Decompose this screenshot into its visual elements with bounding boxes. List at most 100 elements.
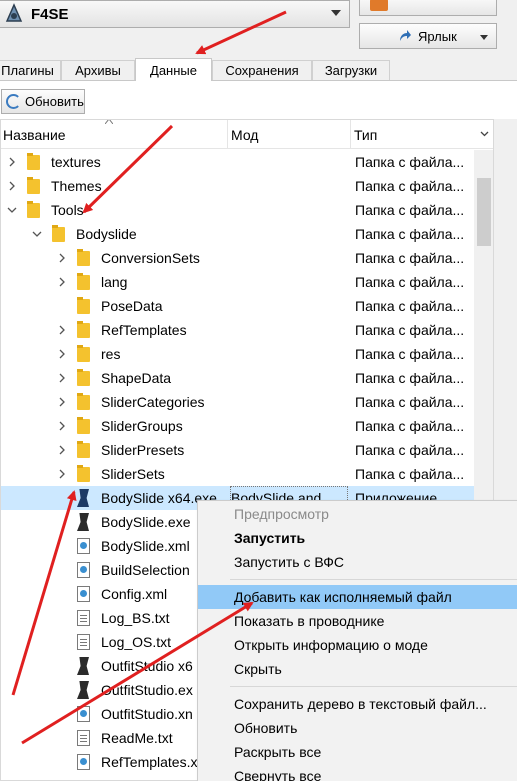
row-mod bbox=[230, 246, 348, 270]
chevron-right-icon[interactable] bbox=[57, 252, 67, 264]
menu-separator bbox=[230, 686, 517, 687]
menu-item-run-vfs[interactable]: Запустить с ВФС bbox=[198, 550, 517, 574]
row-mod bbox=[230, 342, 348, 366]
tree-row[interactable]: PoseData Папка с файла... bbox=[1, 294, 474, 318]
chevron-right-icon[interactable] bbox=[57, 468, 67, 480]
row-name: PoseData bbox=[101, 298, 163, 314]
chevron-right-icon[interactable] bbox=[57, 324, 67, 336]
tab-saves[interactable]: Сохранения bbox=[212, 60, 312, 80]
column-header-mod[interactable]: Мод bbox=[229, 120, 349, 149]
chevron-right-icon[interactable] bbox=[57, 348, 67, 360]
row-mod bbox=[230, 414, 348, 438]
menu-item-save-tree[interactable]: Сохранить дерево в текстовый файл... bbox=[198, 692, 517, 716]
executable-label: F4SE bbox=[31, 5, 69, 23]
chevron-right-icon[interactable] bbox=[57, 276, 67, 288]
tree-row[interactable]: ConversionSets Папка с файла... bbox=[1, 246, 474, 270]
row-type: Папка с файла... bbox=[355, 442, 465, 458]
chevron-right-icon[interactable] bbox=[57, 372, 67, 384]
folder-icon bbox=[77, 417, 90, 434]
row-mod bbox=[230, 174, 348, 198]
column-divider[interactable] bbox=[350, 120, 351, 149]
tree-row[interactable]: ShapeData Папка с файла... bbox=[1, 366, 474, 390]
refresh-button[interactable]: Обновить bbox=[1, 89, 85, 114]
tree-row[interactable]: Bodyslide Папка с файла... bbox=[1, 222, 474, 246]
tree-row[interactable]: RefTemplates Папка с файла... bbox=[1, 318, 474, 342]
menu-item-run[interactable]: Запустить bbox=[198, 526, 517, 550]
row-name: res bbox=[101, 346, 121, 362]
row-type: Папка с файла... bbox=[355, 250, 465, 266]
row-type: Папка с файла... bbox=[355, 202, 465, 218]
row-type: Папка с файла... bbox=[355, 274, 465, 290]
tree-row[interactable]: Tools Папка с файла... bbox=[1, 198, 474, 222]
row-mod bbox=[230, 318, 348, 342]
xml-file-icon bbox=[77, 538, 90, 554]
menu-item-expand-all[interactable]: Раскрыть все bbox=[198, 740, 517, 764]
tab-data[interactable]: Данные bbox=[135, 58, 212, 81]
menu-item-collapse-all[interactable]: Свернуть все bbox=[198, 764, 517, 781]
tree-row[interactable]: Themes Папка с файла... bbox=[1, 174, 474, 198]
row-type: Папка с файла... bbox=[355, 154, 465, 170]
chevron-right-icon[interactable] bbox=[57, 396, 67, 408]
tab-bar: Плагины Архивы Данные Сохранения Загрузк… bbox=[0, 58, 517, 81]
row-name: Themes bbox=[51, 178, 102, 194]
row-type: Папка с файла... bbox=[355, 394, 465, 410]
chevron-down-icon[interactable] bbox=[32, 228, 42, 240]
row-type: Папка с файла... bbox=[355, 322, 465, 338]
tree-row[interactable]: res Папка с файла... bbox=[1, 342, 474, 366]
tree-row[interactable]: SliderGroups Папка с файла... bbox=[1, 414, 474, 438]
tree-row[interactable]: SliderCategories Папка с файла... bbox=[1, 390, 474, 414]
folder-icon bbox=[77, 273, 90, 290]
menu-item-hide[interactable]: Скрыть bbox=[198, 657, 517, 681]
tree-row[interactable]: textures Папка с файла... bbox=[1, 150, 474, 174]
executable-dropdown[interactable]: F4SE bbox=[0, 0, 350, 28]
folder-icon bbox=[27, 177, 40, 194]
column-header-name[interactable]: Название bbox=[1, 120, 227, 149]
shortcut-button[interactable]: Ярлык bbox=[359, 23, 497, 49]
row-mod bbox=[230, 150, 348, 174]
shortcut-label: Ярлык bbox=[418, 28, 457, 44]
folder-icon bbox=[77, 393, 90, 410]
row-name: Tools bbox=[51, 202, 84, 218]
chevron-down-icon bbox=[331, 10, 341, 16]
chevron-down-icon[interactable] bbox=[479, 128, 490, 139]
row-name: textures bbox=[51, 154, 101, 170]
row-type: Папка с файла... bbox=[355, 466, 465, 482]
tree-row[interactable]: lang Папка с файла... bbox=[1, 270, 474, 294]
run-button[interactable] bbox=[359, 0, 497, 16]
tab-archives[interactable]: Архивы bbox=[61, 60, 135, 80]
row-type: Папка с файла... bbox=[355, 226, 465, 242]
chevron-right-icon[interactable] bbox=[57, 444, 67, 456]
text-file-icon bbox=[77, 634, 90, 650]
xml-file-icon bbox=[77, 562, 90, 578]
f4se-icon bbox=[3, 3, 25, 25]
chevron-right-icon[interactable] bbox=[7, 180, 17, 192]
folder-icon bbox=[77, 465, 90, 482]
row-name: ConversionSets bbox=[101, 250, 200, 266]
column-divider[interactable] bbox=[227, 120, 228, 149]
folder-icon bbox=[77, 441, 90, 458]
tree-header: Название Мод Тип bbox=[1, 120, 493, 149]
menu-item-open-mod-info[interactable]: Открыть информацию о моде bbox=[198, 633, 517, 657]
chevron-down-icon[interactable] bbox=[7, 204, 17, 216]
row-name: ShapeData bbox=[101, 370, 172, 386]
tab-downloads[interactable]: Загрузки bbox=[312, 60, 390, 80]
tab-plugins[interactable]: Плагины bbox=[0, 60, 61, 80]
row-type: Папка с файла... bbox=[355, 370, 465, 386]
menu-item-show-in-explorer[interactable]: Показать в проводнике bbox=[198, 609, 517, 633]
refresh-label: Обновить bbox=[25, 94, 84, 109]
column-header-type[interactable]: Тип bbox=[352, 120, 472, 149]
row-name: SliderGroups bbox=[101, 418, 183, 434]
exe-icon bbox=[77, 489, 89, 507]
menu-item-preview: Предпросмотр bbox=[234, 506, 329, 522]
scrollbar-thumb[interactable] bbox=[477, 178, 491, 246]
chevron-right-icon[interactable] bbox=[57, 420, 67, 432]
chevron-right-icon[interactable] bbox=[7, 156, 17, 168]
menu-item-add-executable[interactable]: Добавить как исполняемый файл bbox=[198, 585, 517, 609]
menu-item-refresh[interactable]: Обновить bbox=[198, 716, 517, 740]
folder-icon bbox=[77, 321, 90, 338]
folder-icon bbox=[27, 153, 40, 170]
tree-row[interactable]: SliderPresets Папка с файла... bbox=[1, 438, 474, 462]
tree-row[interactable]: SliderSets Папка с файла... bbox=[1, 462, 474, 486]
row-name: SliderCategories bbox=[101, 394, 205, 410]
row-mod bbox=[230, 390, 348, 414]
